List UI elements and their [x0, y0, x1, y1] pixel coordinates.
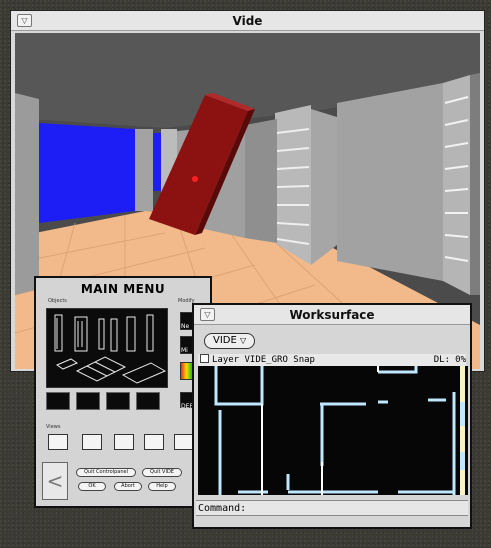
- window-title: Worksurface: [289, 308, 375, 322]
- main-menu-window: MAIN MENU Objects Modify Views Ne Mi DEF…: [34, 276, 212, 508]
- dropdown-label: VIDE: [213, 335, 237, 346]
- view-3d-button[interactable]: [174, 434, 194, 450]
- objects-section-label: Objects: [48, 298, 67, 304]
- tool-cross-button[interactable]: [106, 392, 130, 410]
- dl-label: DL:: [433, 355, 450, 365]
- back-arrow-icon[interactable]: <: [42, 462, 68, 500]
- command-line[interactable]: Command:: [196, 500, 468, 516]
- views-section-label: Views: [46, 424, 61, 430]
- vide-titlebar[interactable]: ▽ Vide: [11, 11, 484, 31]
- command-label: Command:: [198, 503, 247, 514]
- view-box-button[interactable]: [82, 434, 102, 450]
- floor-plan-drawing: [214, 366, 465, 495]
- layer-checkbox[interactable]: [200, 354, 209, 363]
- objects-palette[interactable]: [46, 308, 168, 388]
- chevron-down-icon: ▽: [240, 336, 247, 345]
- ok-button[interactable]: OK: [78, 482, 106, 491]
- view-front-button[interactable]: [48, 434, 68, 450]
- help-button[interactable]: Help: [148, 482, 176, 491]
- layer-label: Layer VIDE_GRO Snap: [212, 355, 315, 365]
- tool-wall-button[interactable]: [76, 392, 100, 410]
- layer-status-bar: Layer VIDE_GRO Snap DL: 0%: [198, 354, 466, 366]
- vide-dropdown[interactable]: VIDE ▽: [204, 333, 256, 349]
- main-menu-title: MAIN MENU: [80, 282, 166, 296]
- window-menu-icon[interactable]: ▽: [17, 14, 32, 27]
- worksurface-titlebar[interactable]: ▽ Worksurface: [194, 305, 470, 325]
- tool-blank-button[interactable]: [136, 392, 160, 410]
- dl-value: 0%: [455, 355, 466, 365]
- tool-select-button[interactable]: [46, 392, 70, 410]
- window-title: Vide: [232, 14, 263, 28]
- objects-icons: [54, 314, 167, 384]
- quit-controlpanel-button[interactable]: Quit Controlpanel: [76, 468, 136, 477]
- window-menu-icon[interactable]: ▽: [200, 308, 215, 321]
- view-perspective-button[interactable]: [144, 434, 164, 450]
- abort-button[interactable]: Abort: [114, 482, 142, 491]
- quit-vide-button[interactable]: Quit VIDE: [142, 468, 182, 477]
- worksurface-window: ▽ Worksurface VIDE ▽ Layer VIDE_GRO Snap…: [192, 303, 472, 529]
- cad-canvas[interactable]: [198, 366, 468, 495]
- view-corner-button[interactable]: [114, 434, 134, 450]
